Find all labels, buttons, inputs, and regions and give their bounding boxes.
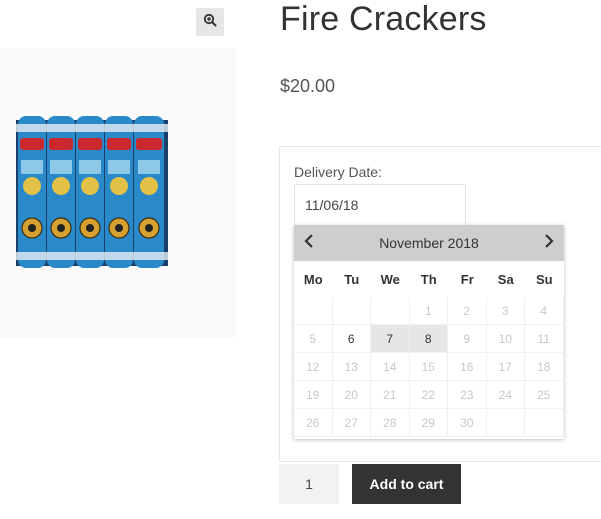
calendar-day: 20 xyxy=(332,381,371,409)
calendar-day: 11 xyxy=(525,325,564,353)
calendar-day: 3 xyxy=(486,297,525,325)
calendar-day: 18 xyxy=(525,353,564,381)
zoom-in-icon xyxy=(203,13,217,32)
calendar-empty-cell xyxy=(294,297,333,325)
product-price: $20.00 xyxy=(280,76,336,96)
calendar-day: 4 xyxy=(525,297,564,325)
weekday-header: Su xyxy=(535,271,553,287)
calendar-day: 5 xyxy=(294,325,333,353)
delivery-date-input[interactable]: 11/06/18 xyxy=(294,184,466,226)
calendar-day: 22 xyxy=(409,381,448,409)
calendar-empty-cell xyxy=(332,297,371,325)
calendar-day: 27 xyxy=(332,409,371,437)
calendar-day[interactable]: 8 xyxy=(409,325,448,353)
quantity-value: 1 xyxy=(305,476,313,492)
calendar-weekdays: Mo Tu We Th Fr Sa Su xyxy=(294,261,564,297)
calendar-day: 29 xyxy=(409,409,448,437)
calendar-day: 12 xyxy=(294,353,333,381)
calendar-day: 21 xyxy=(371,381,410,409)
weekday-header: Fr xyxy=(460,271,474,287)
zoom-button[interactable] xyxy=(196,8,224,36)
chevron-right-icon xyxy=(543,233,555,254)
date-picker: November 2018 Mo Tu We Th Fr Sa Su 1 2 3 4 5 6 7 8 9 10… xyxy=(294,225,564,439)
calendar-day: 2 xyxy=(448,297,487,325)
calendar-day: 25 xyxy=(525,381,564,409)
delivery-date-label: Delivery Date: xyxy=(294,164,382,180)
weekday-header: Tu xyxy=(344,271,360,287)
calendar-day: 26 xyxy=(294,409,333,437)
calendar-day: 15 xyxy=(409,353,448,381)
calendar-day: 13 xyxy=(332,353,371,381)
calendar-month-label: November 2018 xyxy=(379,235,479,251)
calendar-day: 14 xyxy=(371,353,410,381)
weekday-header: Sa xyxy=(497,271,514,287)
calendar-day: 16 xyxy=(448,353,487,381)
add-to-cart-label: Add to cart xyxy=(369,476,444,492)
calendar-day: 30 xyxy=(448,409,487,437)
chevron-left-icon xyxy=(303,233,315,254)
quantity-input[interactable]: 1 xyxy=(279,464,339,504)
next-month-button[interactable] xyxy=(534,225,564,261)
calendar-day: 23 xyxy=(448,381,487,409)
add-to-cart-button[interactable]: Add to cart xyxy=(352,464,461,504)
delivery-date-value: 11/06/18 xyxy=(305,197,359,213)
calendar-empty-cell xyxy=(525,409,564,437)
weekday-header: Mo xyxy=(303,271,323,287)
product-image[interactable] xyxy=(0,48,236,338)
weekday-header: Th xyxy=(420,271,437,287)
prev-month-button[interactable] xyxy=(294,225,324,261)
firecracker-pack-image xyxy=(16,116,168,268)
calendar-header: November 2018 xyxy=(294,225,564,261)
calendar-day[interactable]: 7 xyxy=(371,325,410,353)
calendar-day: 10 xyxy=(486,325,525,353)
weekday-header: We xyxy=(380,271,400,287)
calendar-day: 17 xyxy=(486,353,525,381)
calendar-day: 19 xyxy=(294,381,333,409)
calendar-empty-cell xyxy=(486,409,525,437)
calendar-empty-cell xyxy=(371,297,410,325)
calendar-day: 9 xyxy=(448,325,487,353)
product-title: Fire Crackers xyxy=(280,0,487,38)
calendar-day: 1 xyxy=(409,297,448,325)
calendar-days: 1 2 3 4 5 6 7 8 9 10 11 12 13 14 15 16 17 18 19 20 21 22 23 24 2… xyxy=(294,297,564,437)
calendar-day: 28 xyxy=(371,409,410,437)
calendar-day[interactable]: 6 xyxy=(332,325,371,353)
calendar-day: 24 xyxy=(486,381,525,409)
